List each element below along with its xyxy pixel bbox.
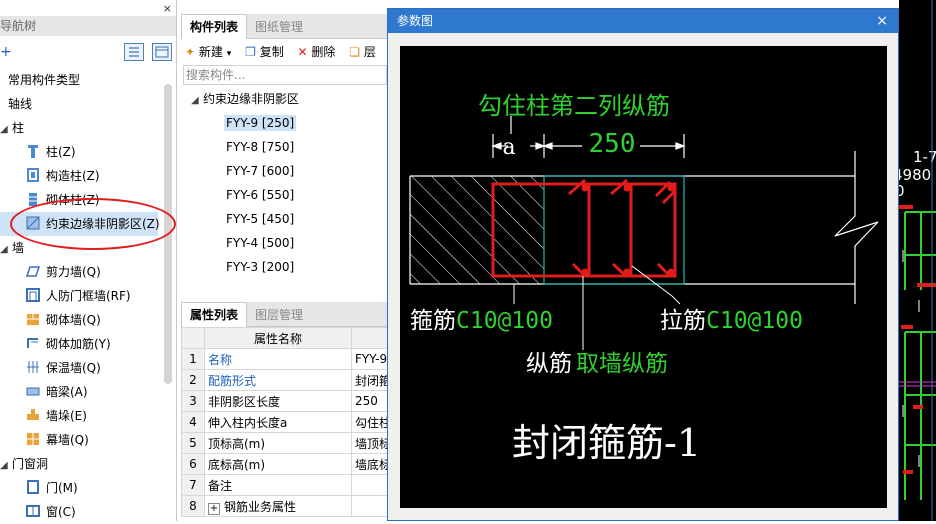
property-name-header: 属性名称: [204, 327, 352, 349]
layer-icon: ❏: [349, 45, 361, 59]
insulation-wall-icon: [27, 361, 39, 373]
tab-property-list[interactable]: 属性列表: [181, 302, 248, 327]
component-search-input[interactable]: 搜索构件...: [183, 65, 387, 85]
tree-item-civil-defense-wall[interactable]: 人防门框墙(RF): [0, 284, 162, 308]
add-icon[interactable]: +: [0, 44, 12, 60]
detail-view-icon[interactable]: [152, 43, 172, 61]
door-frame-wall-icon: [26, 288, 40, 302]
constructional-column-icon: [27, 168, 39, 182]
property-row[interactable]: 4伸入柱内长度a勾住柱第: [181, 411, 389, 433]
curtain-wall-icon: [27, 433, 39, 445]
expand-icon[interactable]: +: [208, 502, 220, 515]
property-list-panel: 属性列表图层管理 属性名称 1名称FYY-9 2配筋形式封闭箍筋 3非阴影区长度…: [181, 302, 389, 521]
cad-drawing-area[interactable]: 1-7 4980 0: [899, 0, 936, 521]
delete-icon: ✕: [297, 45, 308, 59]
dialog-close-icon[interactable]: ×: [876, 9, 888, 33]
collapse-caret-icon[interactable]: ◢: [0, 118, 12, 142]
masonry-reinforcement-icon: [27, 338, 38, 348]
tie-bar-annotation: 拉筋C10@100: [660, 308, 803, 334]
tree-item-masonry-reinforcement[interactable]: 砌体加筋(Y): [0, 332, 162, 356]
tree-item-common[interactable]: 常用构件类型: [0, 68, 162, 92]
copy-button[interactable]: ❐ 复制: [245, 45, 284, 59]
component-item[interactable]: FYY-3 [200]: [181, 255, 389, 279]
property-row[interactable]: 6底标高(m)墙底标高: [181, 453, 389, 475]
tab-component-list[interactable]: 构件列表: [181, 14, 248, 39]
component-item[interactable]: FYY-8 [750]: [181, 135, 389, 159]
component-item[interactable]: FYY-5 [450]: [181, 207, 389, 231]
copy-icon: ❐: [245, 45, 256, 59]
wall-pier-icon: [27, 409, 39, 420]
cad-label-axis: 1-7: [913, 148, 936, 166]
collapse-caret-icon[interactable]: ◢: [0, 238, 12, 262]
tree-item-door[interactable]: 门(M): [0, 476, 162, 500]
parameter-drawing-canvas: 勾住柱第二列纵筋 a 250 箍筋C10@100 拉筋C10@100 纵筋 取墙…: [400, 46, 887, 508]
diagram-caption: 封闭箍筋-1: [512, 421, 701, 465]
property-row[interactable]: 8 + 钢筋业务属性: [181, 495, 389, 517]
navigation-tree-panel: × 导航树 + 常用构件类型 轴线 ◢ 柱 柱(Z) 构造柱(Z) 砌体柱(Z) …: [0, 0, 177, 521]
property-row[interactable]: 2配筋形式封闭箍筋: [181, 369, 389, 391]
dialog-title: 参数图: [397, 14, 434, 28]
tree-item-curtain-wall[interactable]: 幕墙(Q): [0, 428, 162, 452]
column-icon: [28, 145, 38, 158]
collapse-caret-icon[interactable]: ◢: [191, 89, 203, 113]
cad-label-zero: 0: [899, 182, 905, 200]
stirrup-annotation: 箍筋C10@100: [410, 308, 553, 334]
new-icon: ✦: [185, 45, 196, 59]
hook-column-label: 勾住柱第二列纵筋: [478, 92, 670, 120]
tree-item-masonry-wall[interactable]: 砌体墙(Q): [0, 308, 162, 332]
property-tabbar: 属性列表 图层管理: [181, 302, 389, 327]
component-item[interactable]: FYY-7 [600]: [181, 159, 389, 183]
masonry-wall-icon: [27, 314, 39, 325]
property-row[interactable]: 3 非阴影区长度 250: [181, 390, 389, 412]
cad-background-drawing: 1-7 4980 0: [899, 0, 936, 521]
shear-wall-icon: [26, 266, 40, 277]
tree-group-door-window[interactable]: ◢ 门窗洞: [0, 452, 162, 476]
tree-group-column[interactable]: ◢ 柱: [0, 116, 162, 140]
tab-layer-management[interactable]: 图层管理: [247, 303, 311, 327]
parameter-figure-dialog: 参数图 × 勾住柱第二列纵筋 a 250 箍筋C10@100 拉筋C10@100…: [387, 8, 899, 521]
tree-item-constructional-column[interactable]: 构造柱(Z): [0, 164, 162, 188]
property-row[interactable]: 5顶标高(m)墙顶标高: [181, 432, 389, 454]
tree-item-column-z[interactable]: 柱(Z): [0, 140, 162, 164]
tree-item-window[interactable]: 窗(C): [0, 500, 162, 524]
collapse-caret-icon[interactable]: ◢: [0, 454, 12, 478]
nav-toolbar: +: [0, 38, 176, 68]
longitudinal-bars: [581, 184, 675, 276]
tab-drawing-management[interactable]: 图纸管理: [247, 15, 311, 39]
reinforcement-diagram: 勾住柱第二列纵筋 a 250 箍筋C10@100 拉筋C10@100 纵筋 取墙…: [409, 92, 879, 465]
nav-close-icon[interactable]: ×: [163, 2, 172, 15]
tree-item-hidden-beam[interactable]: 暗梁(A): [0, 380, 162, 404]
dialog-titlebar[interactable]: 参数图: [388, 9, 898, 33]
dimension-250-text: 250: [589, 129, 636, 159]
longitudinal-bar-annotation: 纵筋 取墙纵筋: [526, 351, 668, 377]
component-list-panel: 构件列表 图纸管理 ✦ 新建 ▾ ❐ 复制 ✕ 删除 ❏ 层 搜索构件... ◢ 约…: [181, 14, 389, 284]
nav-title: 导航树: [0, 16, 176, 36]
dropdown-icon[interactable]: ▾: [227, 49, 232, 59]
component-tabbar: 构件列表 图纸管理: [181, 14, 389, 39]
property-grid: 属性名称 1名称FYY-9 2配筋形式封闭箍筋 3非阴影区长度250 4伸入柱内…: [181, 327, 389, 517]
red-highlight-ellipse: [10, 198, 176, 250]
dimension-a-text: a: [502, 135, 515, 160]
tree-item-shear-wall[interactable]: 剪力墙(Q): [0, 260, 162, 284]
window-icon: [26, 505, 40, 517]
component-group[interactable]: ◢ 约束边缘非阴影区: [181, 87, 389, 111]
delete-button[interactable]: ✕ 删除: [298, 45, 336, 59]
hidden-beam-icon: [26, 387, 40, 396]
column-hatch: [410, 176, 544, 284]
list-view-icon[interactable]: [124, 43, 144, 61]
dimension-a: [491, 116, 546, 158]
tree-item-insulation-wall[interactable]: 保温墙(Q): [0, 356, 162, 380]
component-item-selected[interactable]: FYY-9 [250]: [181, 111, 389, 135]
property-row[interactable]: 7 备注: [181, 474, 389, 496]
component-item[interactable]: FYY-4 [500]: [181, 231, 389, 255]
door-icon: [27, 480, 39, 494]
component-toolbar: ✦ 新建 ▾ ❐ 复制 ✕ 删除 ❏ 层: [181, 39, 389, 65]
component-item[interactable]: FYY-6 [550]: [181, 183, 389, 207]
tree-item-wall-pier[interactable]: 墙垛(E): [0, 404, 162, 428]
nav-tree: 常用构件类型 轴线 ◢ 柱 柱(Z) 构造柱(Z) 砌体柱(Z) 约束边缘非阴影区…: [0, 68, 162, 524]
property-row[interactable]: 1 名称 FYY-9: [181, 348, 389, 370]
layer-button[interactable]: ❏ 层: [349, 45, 376, 59]
tree-item-axis[interactable]: 轴线: [0, 92, 162, 116]
new-button[interactable]: ✦ 新建 ▾: [185, 45, 231, 59]
